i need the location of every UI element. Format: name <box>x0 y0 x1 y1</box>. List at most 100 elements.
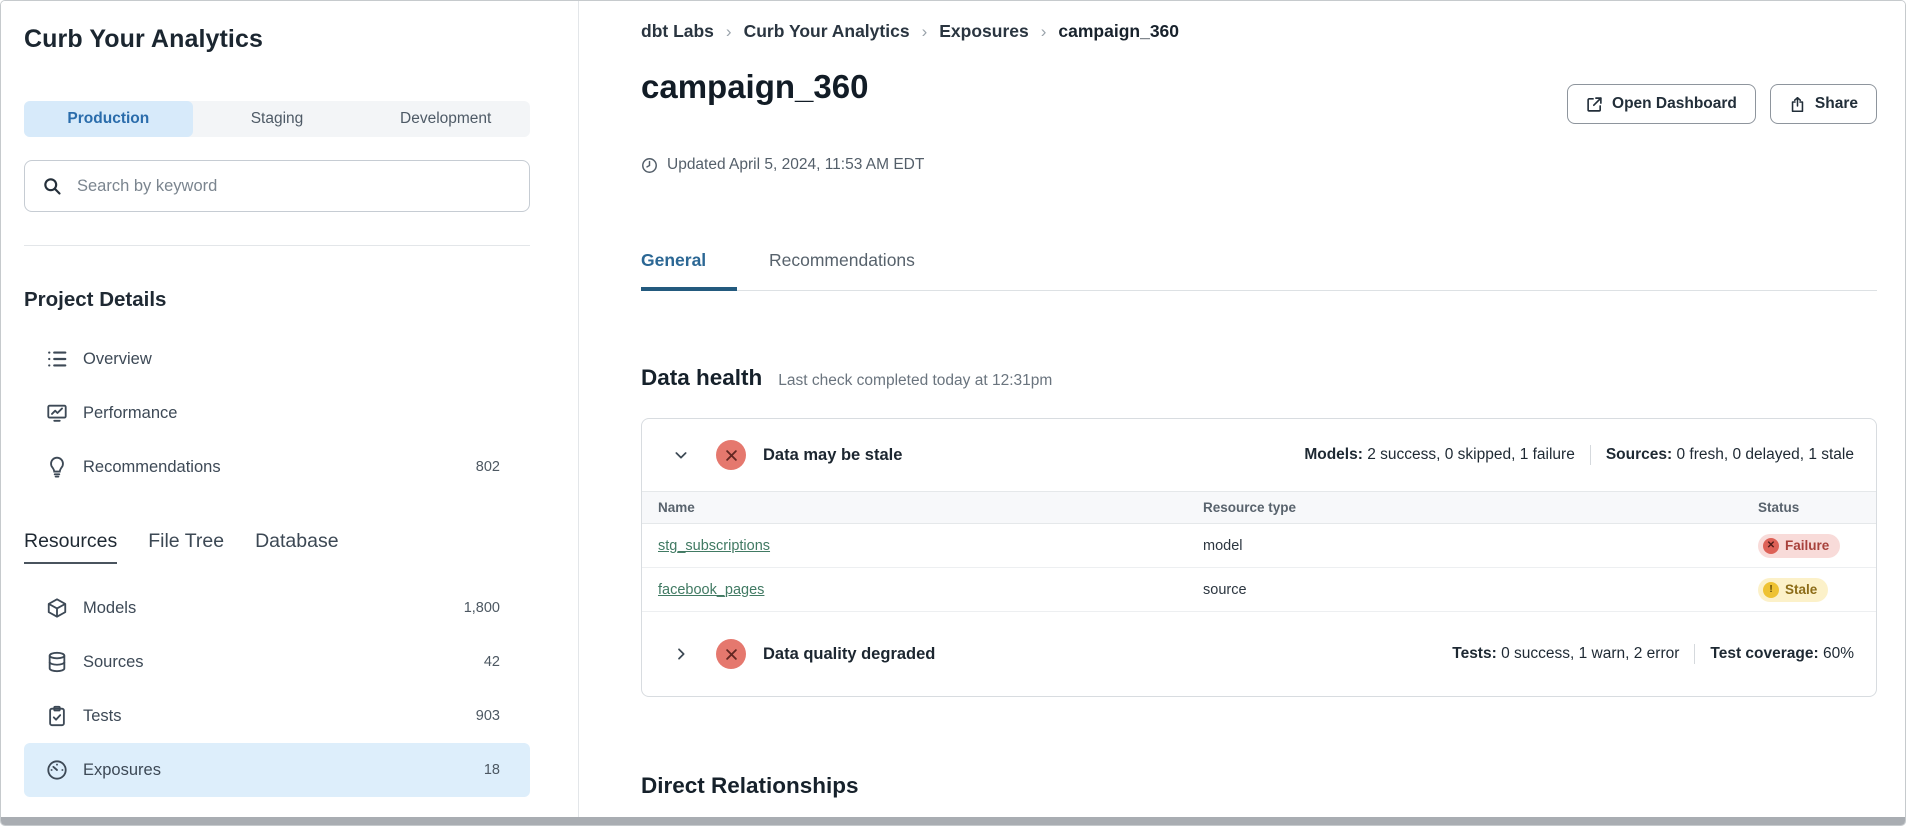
sidebar-item-sources[interactable]: Sources 42 <box>24 635 530 689</box>
direct-relationships-heading: Direct Relationships <box>641 773 1877 799</box>
quality-section-header[interactable]: Data quality degraded Tests: 0 success, … <box>642 612 1876 696</box>
main-content: dbt Labs › Curb Your Analytics › Exposur… <box>580 1 1905 817</box>
sidebar-item-label: Sources <box>83 653 144 672</box>
open-dashboard-button[interactable]: Open Dashboard <box>1567 84 1756 124</box>
sidebar-item-count: 903 <box>476 708 500 724</box>
sidebar-item-label: Tests <box>83 707 122 726</box>
project-details-list: Overview Performance Recommendations 802 <box>24 332 530 494</box>
table-row: facebook_pages source ! Stale <box>642 568 1876 612</box>
header-actions: Open Dashboard Share <box>1567 84 1877 124</box>
stale-section-title: Data may be stale <box>763 446 902 465</box>
models-stat: Models: 2 success, 0 skipped, 1 failure <box>1304 446 1575 464</box>
clock-icon <box>641 157 658 174</box>
list-icon <box>46 348 68 370</box>
test-coverage-stat: Test coverage: 60% <box>1710 645 1854 663</box>
breadcrumb-current: campaign_360 <box>1058 21 1179 42</box>
tab-recommendations[interactable]: Recommendations <box>769 250 939 291</box>
stale-section-header[interactable]: Data may be stale Models: 2 success, 0 s… <box>642 419 1876 491</box>
tab-database[interactable]: Database <box>255 530 338 564</box>
share-icon <box>1789 96 1806 113</box>
updated-timestamp: Updated April 5, 2024, 11:53 AM EDT <box>641 156 1877 174</box>
breadcrumb-separator: › <box>726 22 732 42</box>
tab-resources[interactable]: Resources <box>24 530 117 564</box>
sidebar-item-count: 42 <box>484 654 500 670</box>
env-tab-production[interactable]: Production <box>24 101 193 137</box>
open-dashboard-label: Open Dashboard <box>1612 95 1737 113</box>
chevron-right-icon[interactable] <box>673 646 689 662</box>
failure-badge-icon: ✕ <box>1763 538 1779 554</box>
app-window: Curb Your Analytics Production Staging D… <box>0 0 1906 826</box>
error-status-icon <box>716 440 746 470</box>
table-row: stg_subscriptions model ✕ Failure <box>642 524 1876 568</box>
database-icon <box>46 651 68 673</box>
breadcrumb-exposures[interactable]: Exposures <box>939 21 1028 42</box>
status-badge-failure: ✕ Failure <box>1758 534 1840 558</box>
env-tab-staging[interactable]: Staging <box>193 101 362 137</box>
breadcrumb-separator: › <box>1041 22 1047 42</box>
data-health-heading: Data health <box>641 365 762 391</box>
sidebar-item-recommendations[interactable]: Recommendations 802 <box>24 440 530 494</box>
sidebar-item-models[interactable]: Models 1,800 <box>24 581 530 635</box>
tab-general[interactable]: General <box>641 250 737 291</box>
resource-link-stg-subscriptions[interactable]: stg_subscriptions <box>658 538 770 554</box>
sidebar-item-exposures[interactable]: Exposures 18 <box>24 743 530 797</box>
status-badge-label: Stale <box>1785 582 1817 597</box>
lightbulb-icon <box>46 456 68 478</box>
resource-view-tabs: Resources File Tree Database <box>24 530 530 564</box>
stats-divider <box>1590 445 1591 465</box>
status-badge-stale: ! Stale <box>1758 578 1828 602</box>
stale-badge-icon: ! <box>1763 582 1779 598</box>
gauge-icon <box>46 759 68 781</box>
search-box[interactable] <box>24 160 530 212</box>
breadcrumb-dbt-labs[interactable]: dbt Labs <box>641 21 714 42</box>
quality-section-title: Data quality degraded <box>763 645 935 664</box>
cube-icon <box>46 597 68 619</box>
share-button[interactable]: Share <box>1770 84 1877 124</box>
updated-text: Updated April 5, 2024, 11:53 AM EDT <box>667 156 924 174</box>
sidebar-divider <box>24 245 530 246</box>
resource-link-facebook-pages[interactable]: facebook_pages <box>658 582 764 598</box>
quality-section-stats: Tests: 0 success, 1 warn, 2 error Test c… <box>1452 644 1854 664</box>
stats-divider <box>1694 644 1695 664</box>
error-status-icon <box>716 639 746 669</box>
search-icon <box>42 176 62 196</box>
sidebar-item-label: Recommendations <box>83 458 221 477</box>
col-name: Name <box>658 500 1203 515</box>
resource-type-cell: source <box>1203 582 1758 598</box>
status-badge-label: Failure <box>1785 538 1829 553</box>
resources-list: Models 1,800 Sources 42 Tests 903 <box>24 581 530 797</box>
table-header: Name Resource type Status <box>642 491 1876 524</box>
sidebar: Curb Your Analytics Production Staging D… <box>1 1 579 817</box>
sources-stat: Sources: 0 fresh, 0 delayed, 1 stale <box>1606 446 1854 464</box>
resource-type-cell: model <box>1203 538 1758 554</box>
sidebar-item-count: 1,800 <box>464 600 500 616</box>
data-health-subtitle: Last check completed today at 12:31pm <box>778 372 1052 390</box>
project-details-heading: Project Details <box>24 288 530 312</box>
stale-section-stats: Models: 2 success, 0 skipped, 1 failure … <box>1304 445 1854 465</box>
sidebar-item-label: Exposures <box>83 761 161 780</box>
tab-file-tree[interactable]: File Tree <box>148 530 224 564</box>
sidebar-item-performance[interactable]: Performance <box>24 386 530 440</box>
col-resource-type: Resource type <box>1203 500 1758 515</box>
chevron-down-icon[interactable] <box>673 447 689 463</box>
window-bottom-edge <box>1 817 1905 825</box>
search-input[interactable] <box>75 176 529 197</box>
breadcrumb-project[interactable]: Curb Your Analytics <box>744 21 910 42</box>
sidebar-item-label: Performance <box>83 404 177 423</box>
project-title: Curb Your Analytics <box>24 25 530 54</box>
env-tab-development[interactable]: Development <box>361 101 530 137</box>
environment-switcher: Production Staging Development <box>24 101 530 137</box>
clipboard-check-icon <box>46 705 68 727</box>
external-link-icon <box>1586 96 1603 113</box>
sidebar-item-label: Overview <box>83 350 152 369</box>
breadcrumb-separator: › <box>922 22 928 42</box>
tests-stat: Tests: 0 success, 1 warn, 2 error <box>1452 645 1679 663</box>
breadcrumb: dbt Labs › Curb Your Analytics › Exposur… <box>641 1 1877 42</box>
sidebar-item-count: 802 <box>476 459 500 475</box>
sidebar-item-tests[interactable]: Tests 903 <box>24 689 530 743</box>
share-label: Share <box>1815 95 1858 113</box>
sidebar-item-overview[interactable]: Overview <box>24 332 530 386</box>
sidebar-item-count: 18 <box>484 762 500 778</box>
monitor-chart-icon <box>46 402 68 424</box>
detail-tabs: General Recommendations <box>641 250 1877 291</box>
